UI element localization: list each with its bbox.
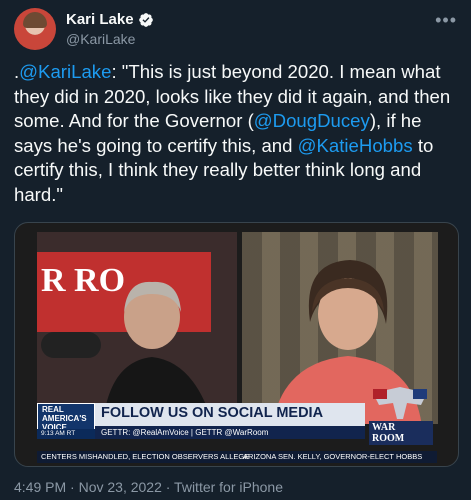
author-handle[interactable]: @KariLake [66, 31, 135, 47]
broadcast-timestamp: 9:13 AM RT [37, 429, 97, 439]
tweet-video[interactable]: R RO REAL AMERICA'S VOICE 9:13 AM RT FOL… [14, 222, 459, 467]
banner-subtitle: GETTR: @RealAmVoice | GETTR @WarRoom [95, 426, 365, 439]
author-avatar[interactable] [14, 8, 56, 50]
more-options-icon[interactable]: ••• [435, 10, 457, 31]
tweet-header: Kari Lake @KariLake ••• [14, 8, 457, 52]
warroom-logo: WAR ROOM [367, 383, 433, 445]
ticker-right: ARIZONA SEN. KELLY, GOVERNOR-ELECT HOBBS [243, 452, 423, 461]
tweet-text: .@KariLake: "This is just beyond 2020. I… [14, 60, 459, 207]
video-left-pane: R RO [37, 232, 237, 424]
banner-title: FOLLOW US ON SOCIAL MEDIA [101, 405, 324, 421]
mention-link[interactable]: @DougDucey [254, 110, 370, 131]
verified-badge-icon [138, 12, 153, 27]
microphone [41, 332, 101, 358]
author-name-row: Kari Lake [66, 11, 154, 28]
ticker-left: CENTERS MISHANDLED, ELECTION OBSERVERS A… [41, 452, 250, 461]
news-ticker: CENTERS MISHANDLED, ELECTION OBSERVERS A… [37, 451, 437, 463]
author-name[interactable]: Kari Lake [66, 11, 134, 28]
tweet-metadata[interactable]: 4:49 PM · Nov 23, 2022 · Twitter for iPh… [14, 479, 283, 495]
social-banner: FOLLOW US ON SOCIAL MEDIA GETTR: @RealAm… [95, 403, 365, 439]
eagle-icon [373, 387, 427, 419]
warroom-label: WAR ROOM [369, 421, 433, 445]
lower-third: REAL AMERICA'S VOICE 9:13 AM RT FOLLOW U… [37, 387, 437, 451]
mention-link[interactable]: @KariLake [19, 61, 111, 82]
mention-link[interactable]: @KatieHobbs [298, 135, 413, 156]
